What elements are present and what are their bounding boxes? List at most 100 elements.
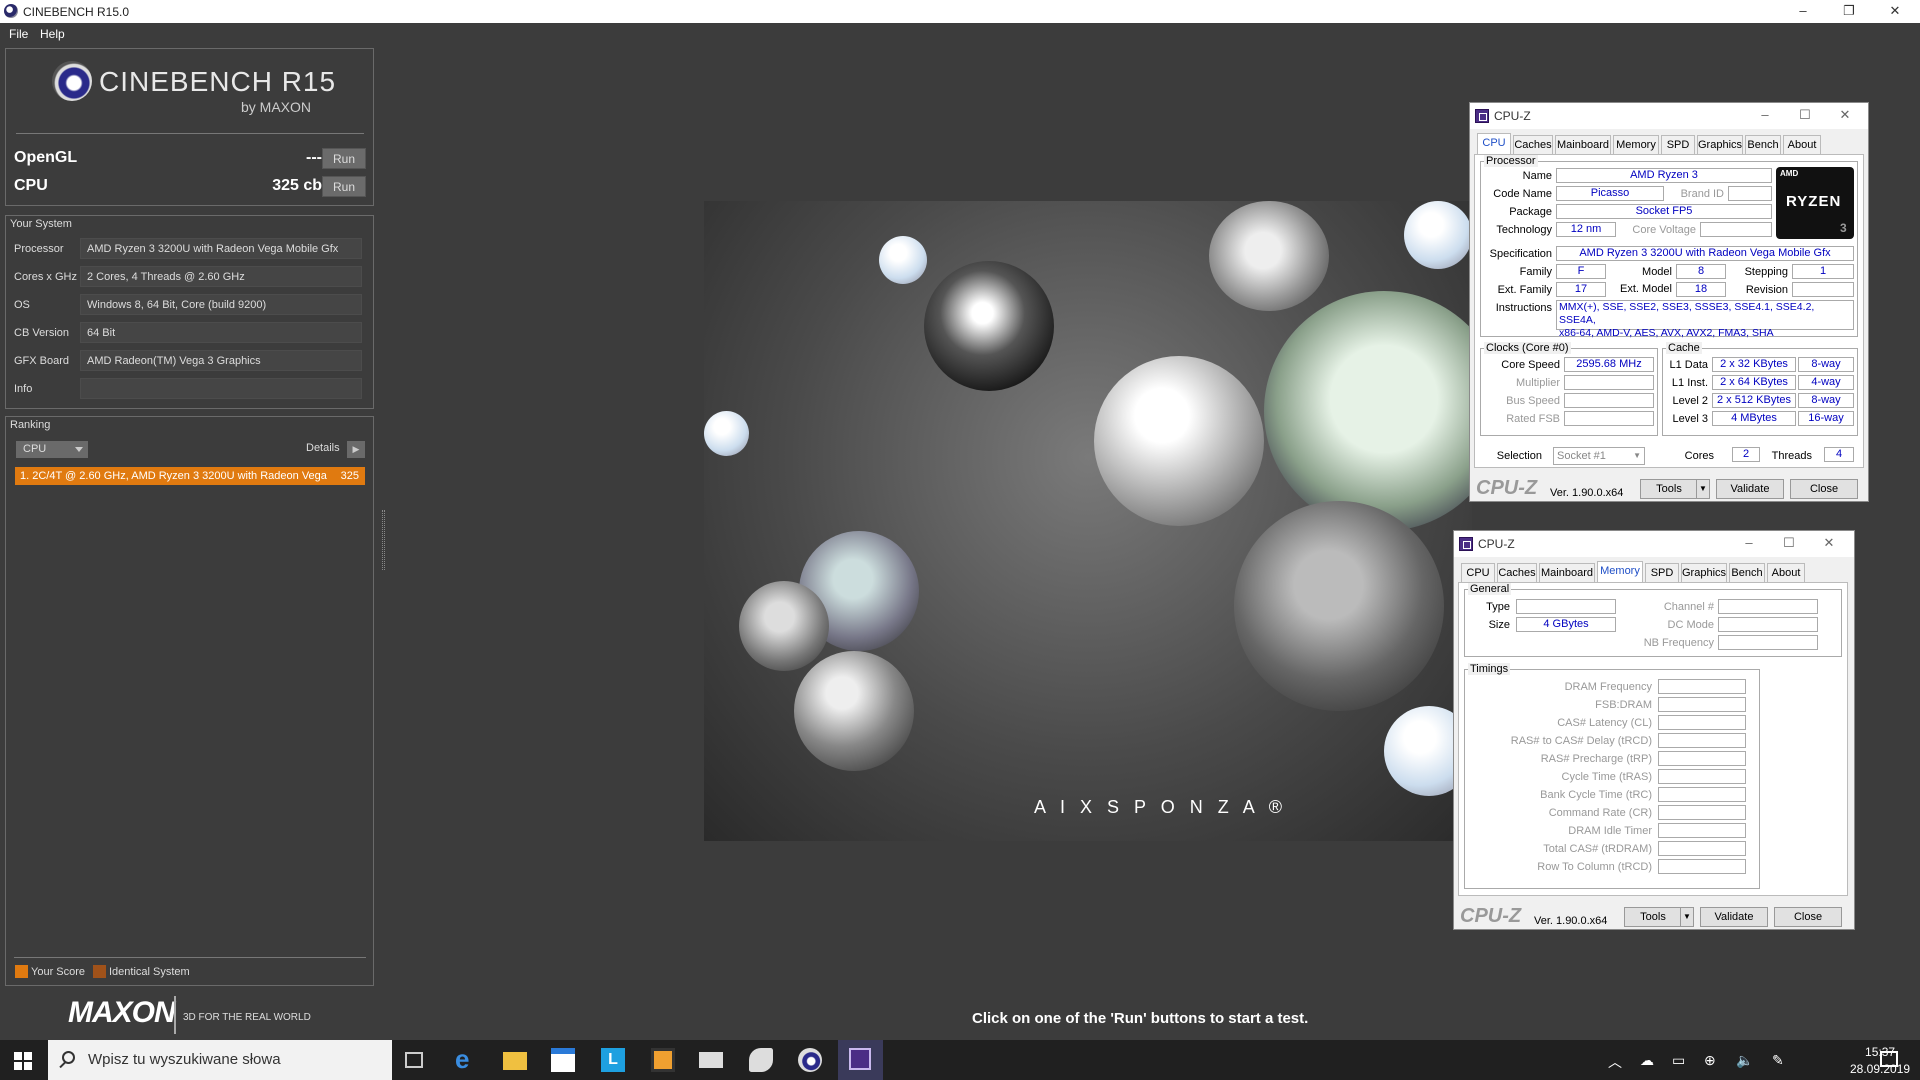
file-explorer-icon[interactable] — [503, 1052, 527, 1070]
close-app-button[interactable]: Close — [1774, 907, 1842, 927]
logo-ryzen: RYZEN — [1786, 193, 1842, 210]
field-label: L1 Data — [1669, 359, 1708, 371]
task-view-icon[interactable] — [405, 1052, 423, 1068]
pen-icon[interactable]: ✎ — [1772, 1052, 1784, 1069]
validate-button[interactable]: Validate — [1700, 907, 1768, 927]
tab-memory[interactable]: Memory — [1613, 135, 1659, 154]
taskbar-search-input[interactable]: Wpisz tu wyszukiwane słowa — [48, 1040, 392, 1080]
tab-memory[interactable]: Memory — [1597, 561, 1643, 582]
action-center-icon[interactable] — [1880, 1051, 1898, 1067]
close-button[interactable]: ✕ — [1830, 107, 1860, 123]
tools-dropdown-button[interactable]: ▼ — [1680, 907, 1694, 927]
cpu-run-button[interactable]: Run — [322, 176, 366, 197]
timing-value — [1658, 841, 1746, 856]
close-app-button[interactable]: Close — [1790, 479, 1858, 499]
opengl-run-button[interactable]: Run — [322, 148, 366, 169]
info-field[interactable] — [80, 378, 362, 399]
sphere-image — [794, 651, 914, 771]
timing-value — [1658, 715, 1746, 730]
select-value: Socket #1 — [1557, 450, 1606, 462]
tab-cpu[interactable]: CPU — [1477, 133, 1511, 154]
store-icon[interactable] — [551, 1048, 575, 1072]
field-label: Model — [1642, 266, 1672, 278]
panel-splitter-handle[interactable] — [382, 510, 385, 570]
sphere-image — [924, 261, 1054, 391]
tab-caches[interactable]: Caches — [1513, 135, 1553, 154]
maximize-button[interactable]: ☐ — [1774, 535, 1804, 551]
cinebench-taskbar-icon[interactable] — [798, 1048, 822, 1072]
close-button[interactable]: ✕ — [1814, 535, 1844, 551]
logo-panel: CINEBENCH R15 by MAXON OpenGL --- Run CP… — [5, 48, 374, 206]
brand-id-value — [1728, 186, 1772, 201]
tools-dropdown-button[interactable]: ▼ — [1696, 479, 1710, 499]
tab-bench[interactable]: Bench — [1745, 135, 1781, 154]
revision-value — [1792, 282, 1854, 297]
ext-family-value: 17 — [1556, 282, 1606, 297]
cpuz-app-icon — [1475, 109, 1489, 123]
l1-data-ways: 8-way — [1798, 357, 1854, 372]
minimize-button[interactable]: – — [1750, 107, 1780, 122]
edge-browser-icon[interactable]: e — [455, 1044, 479, 1074]
cpuz-title-bar: CPU-Z – ☐ ✕ — [1470, 103, 1868, 129]
details-button[interactable]: ▶ — [347, 441, 365, 458]
volume-icon[interactable]: 🔈 — [1736, 1052, 1753, 1069]
tab-mainboard[interactable]: Mainboard — [1555, 135, 1611, 154]
field-label: Threads — [1771, 450, 1812, 462]
windows-start-icon[interactable] — [14, 1052, 32, 1070]
search-placeholder: Wpisz tu wyszukiwane słowa — [88, 1051, 281, 1068]
field-label: Bus Speed — [1506, 395, 1560, 407]
tab-about[interactable]: About — [1783, 135, 1821, 154]
tab-graphics[interactable]: Graphics — [1681, 563, 1727, 582]
maxon-tagline: 3D FOR THE REAL WORLD — [183, 1012, 311, 1023]
maximize-button[interactable]: ❐ — [1826, 0, 1872, 23]
minimize-button[interactable]: – — [1780, 0, 1826, 23]
divider — [16, 133, 364, 134]
field-label: Core Voltage — [1632, 224, 1696, 236]
divider — [14, 957, 366, 958]
cpuz-window-title: CPU-Z — [1478, 537, 1515, 551]
tab-bench[interactable]: Bench — [1729, 563, 1765, 582]
ranking-type-select[interactable]: CPU — [16, 441, 88, 458]
logo-subtitle: by MAXON — [241, 99, 312, 115]
close-button[interactable]: ✕ — [1872, 0, 1918, 23]
show-hidden-icons-chevron[interactable]: ︿ — [1608, 1052, 1622, 1072]
network-globe-icon[interactable]: ⊕ — [1704, 1052, 1716, 1069]
cpuz-taskbar-button[interactable] — [838, 1040, 883, 1080]
tab-graphics[interactable]: Graphics — [1697, 135, 1743, 154]
timing-label: RAS# to CAS# Delay (tRCD) — [1510, 735, 1652, 747]
sphere-image — [1234, 501, 1444, 711]
onedrive-cloud-icon[interactable]: ☁ — [1640, 1052, 1654, 1069]
tab-cpu[interactable]: CPU — [1461, 563, 1495, 582]
l1-inst-value: 2 x 64 KBytes — [1712, 375, 1796, 390]
legend-your-score: Your Score — [31, 966, 86, 978]
app-tag-icon[interactable] — [749, 1048, 773, 1072]
menu-help[interactable]: Help — [40, 27, 65, 41]
minimize-button[interactable]: – — [1734, 535, 1764, 550]
your-score-swatch — [15, 965, 28, 978]
menu-file[interactable]: File — [9, 27, 28, 41]
tab-caches[interactable]: Caches — [1497, 563, 1537, 582]
battery-icon[interactable]: ▭ — [1672, 1052, 1685, 1069]
instructions-line: MMX(+), SSE, SSE2, SSE3, SSSE3, SSE4.1, … — [1559, 301, 1815, 326]
tab-spd[interactable]: SPD — [1645, 563, 1679, 582]
socket-select[interactable]: Socket #1 ▼ — [1553, 447, 1645, 465]
cpuz-taskbar-icon — [849, 1048, 871, 1070]
timing-value — [1658, 787, 1746, 802]
timing-value — [1658, 679, 1746, 694]
render-viewport: A I X S P O N Z A ® — [704, 201, 1472, 841]
validate-button[interactable]: Validate — [1716, 479, 1784, 499]
app-tool-icon[interactable] — [651, 1048, 675, 1072]
ranking-row[interactable]: 1. 2C/4T @ 2.60 GHz, AMD Ryzen 3 3200U w… — [15, 467, 365, 485]
app-l-icon[interactable]: L — [601, 1048, 625, 1072]
mail-icon[interactable] — [699, 1052, 723, 1068]
tab-mainboard[interactable]: Mainboard — [1539, 563, 1595, 582]
maximize-button[interactable]: ☐ — [1790, 107, 1820, 123]
ryzen-logo: AMD RYZEN 3 — [1776, 167, 1854, 239]
family-value: F — [1556, 264, 1606, 279]
tab-about[interactable]: About — [1767, 563, 1805, 582]
tools-button[interactable]: Tools — [1640, 479, 1698, 499]
sys-label: OS — [14, 299, 30, 311]
tab-spd[interactable]: SPD — [1661, 135, 1695, 154]
tools-button[interactable]: Tools — [1624, 907, 1682, 927]
timing-value — [1658, 823, 1746, 838]
